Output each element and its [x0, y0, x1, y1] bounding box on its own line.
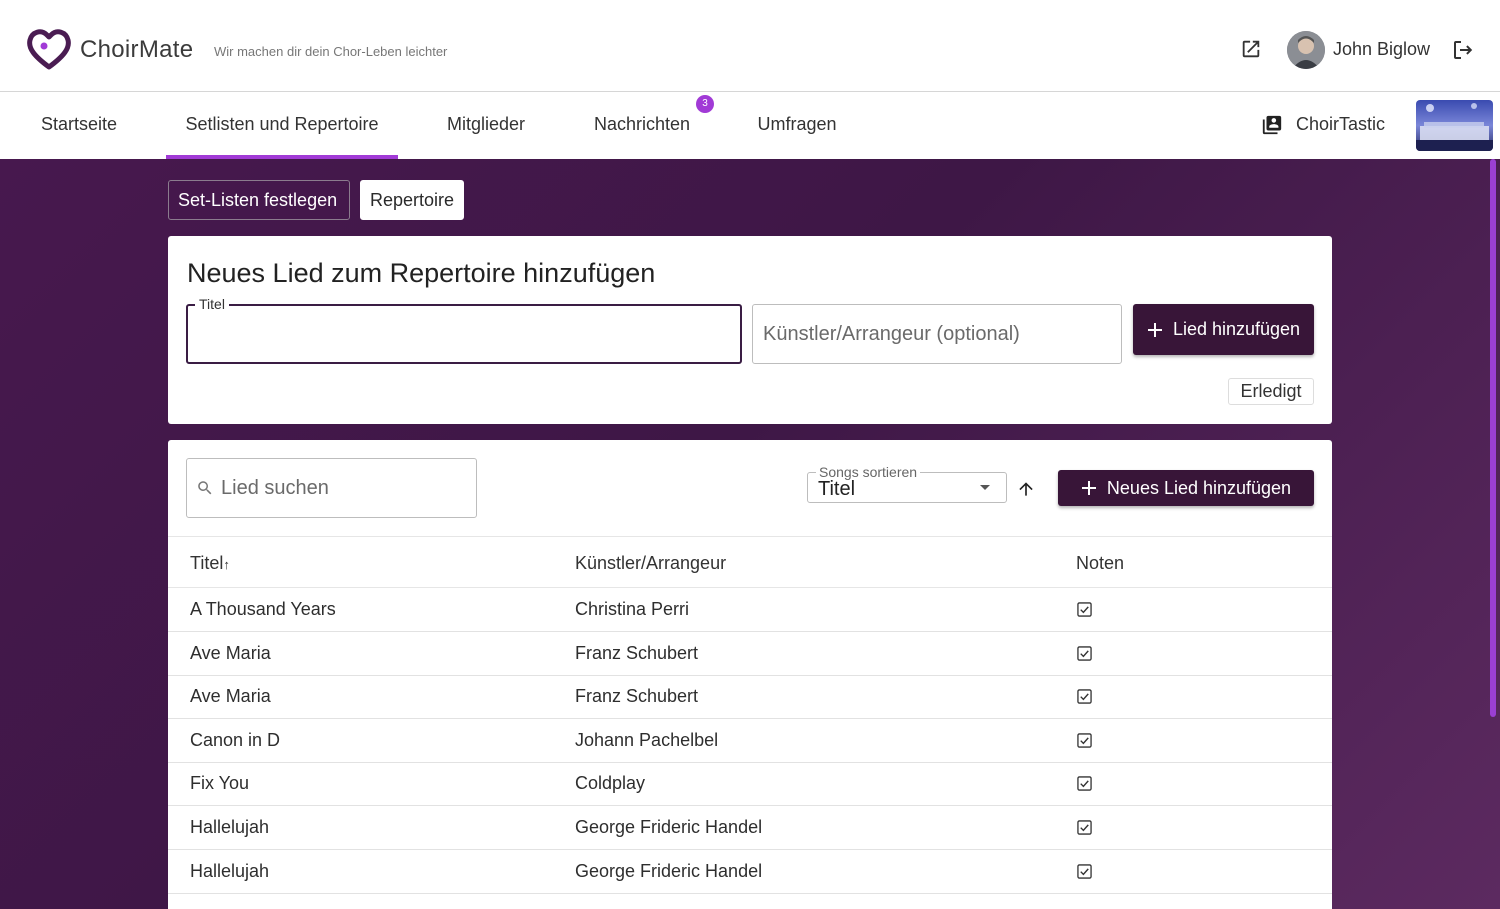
choir-name[interactable]: ChoirTastic — [1296, 114, 1385, 135]
choir-photo[interactable] — [1416, 100, 1493, 151]
plus-icon — [1081, 481, 1096, 495]
subtab-setlists[interactable]: Set-Listen festlegen — [168, 180, 350, 220]
heart-logo-icon — [27, 29, 71, 70]
messages-count-badge: 3 — [696, 95, 714, 113]
table-row[interactable]: Fix You Coldplay — [168, 762, 1332, 807]
table-row[interactable]: Hallelujah George Frideric Handel — [168, 806, 1332, 850]
add-song-heading: Neues Lied zum Repertoire hinzufügen — [187, 258, 656, 288]
add-song-card: Neues Lied zum Repertoire hinzufügen Tit… — [168, 236, 1332, 424]
done-button[interactable]: Erledigt — [1228, 378, 1314, 405]
song-title: Ave Maria — [190, 642, 271, 663]
sort-select-value: Titel — [818, 478, 856, 500]
user-name[interactable]: John Biglow — [1333, 39, 1430, 60]
song-artist: Johann Pachelbel — [575, 729, 719, 750]
column-header-notes[interactable]: Noten — [1076, 553, 1124, 574]
song-artist: Franz Schubert — [575, 686, 699, 707]
add-song-button-label: Lied hinzufügen — [1172, 319, 1301, 339]
column-header-artist[interactable]: Künstler/Arrangeur — [575, 553, 726, 574]
song-artist: Coldplay — [575, 773, 646, 794]
tab-mitglieder[interactable]: Mitglieder — [428, 93, 544, 159]
title-field[interactable]: Titel — [186, 296, 742, 364]
column-header-title-label: Titel — [190, 553, 224, 573]
checkbox-checked-icon[interactable] — [1077, 820, 1092, 835]
song-title: Canon in D — [190, 729, 281, 750]
top-header: ChoirMate Wir machen dir dein Chor-Leben… — [0, 0, 1500, 92]
table-row[interactable]: Hallelujah George Frideric Handel — [168, 850, 1332, 894]
title-input[interactable] — [198, 318, 728, 350]
new-song-button[interactable]: Neues Lied hinzufügen — [1058, 470, 1314, 506]
table-row[interactable]: Canon in D Johann Pachelbel — [168, 719, 1332, 763]
song-artist: George Frideric Handel — [575, 817, 763, 837]
song-title: Fix You — [190, 773, 250, 794]
checkbox-checked-icon[interactable] — [1077, 645, 1092, 661]
new-song-button-label: Neues Lied hinzufügen — [1106, 477, 1292, 498]
user-avatar[interactable] — [1287, 31, 1325, 69]
tab-umfragen[interactable]: Umfragen — [740, 93, 854, 159]
search-icon — [198, 481, 212, 495]
tab-setlisten-repertoire[interactable]: Setlisten und Repertoire — [166, 93, 398, 159]
song-artist: Franz Schubert — [575, 642, 699, 663]
add-song-button[interactable]: Lied hinzufügen — [1133, 304, 1314, 355]
chevron-down-icon — [980, 485, 990, 490]
song-title: Hallelujah — [190, 860, 270, 881]
sort-select[interactable]: Songs sortieren Titel — [807, 464, 1007, 503]
song-search[interactable] — [186, 458, 477, 518]
table-header: Titel↑ Künstler/Arrangeur Noten — [168, 536, 1332, 588]
song-title: Ave Maria — [190, 686, 271, 707]
sort-direction-arrow-up-icon[interactable] — [1016, 479, 1036, 499]
subtab-repertoire[interactable]: Repertoire — [360, 180, 464, 220]
tab-startseite[interactable]: Startseite — [22, 93, 136, 159]
checkbox-checked-icon[interactable] — [1077, 689, 1092, 704]
page-scrollbar[interactable] — [1490, 159, 1496, 717]
sort-arrow-up-icon: ↑ — [223, 557, 230, 572]
search-input[interactable] — [221, 472, 466, 504]
plus-icon — [1147, 322, 1162, 337]
checkbox-checked-icon[interactable] — [1077, 602, 1092, 617]
table-row[interactable]: Ave Maria Franz Schubert — [168, 632, 1332, 676]
table-row[interactable]: A Thousand Years Christina Perri — [168, 588, 1332, 632]
table-row[interactable]: Ave Maria Franz Schubert — [168, 675, 1332, 720]
song-title: A Thousand Years — [190, 599, 336, 619]
song-artist: Christina Perri — [575, 599, 690, 619]
checkbox-checked-icon[interactable] — [1077, 863, 1092, 879]
checkbox-checked-icon[interactable] — [1077, 776, 1092, 792]
logout-icon[interactable] — [1451, 38, 1475, 62]
title-field-label: Titel — [195, 296, 229, 312]
song-list-card: Songs sortieren Titel Neues Lied hinzufü… — [168, 440, 1332, 909]
column-header-title[interactable]: Titel↑ — [190, 553, 230, 574]
brand-name: ChoirMate — [80, 36, 194, 63]
song-artist: George Frideric Handel — [575, 860, 763, 881]
tab-nachrichten[interactable]: Nachrichten — [574, 93, 710, 159]
song-title: Hallelujah — [190, 817, 270, 837]
artist-field[interactable] — [752, 304, 1122, 364]
artist-input[interactable] — [763, 318, 1113, 350]
choir-library-icon[interactable] — [1261, 114, 1283, 136]
tagline: Wir machen dir dein Chor-Leben leichter — [214, 44, 448, 59]
checkbox-checked-icon[interactable] — [1077, 733, 1092, 748]
open-external-icon[interactable] — [1240, 38, 1262, 60]
